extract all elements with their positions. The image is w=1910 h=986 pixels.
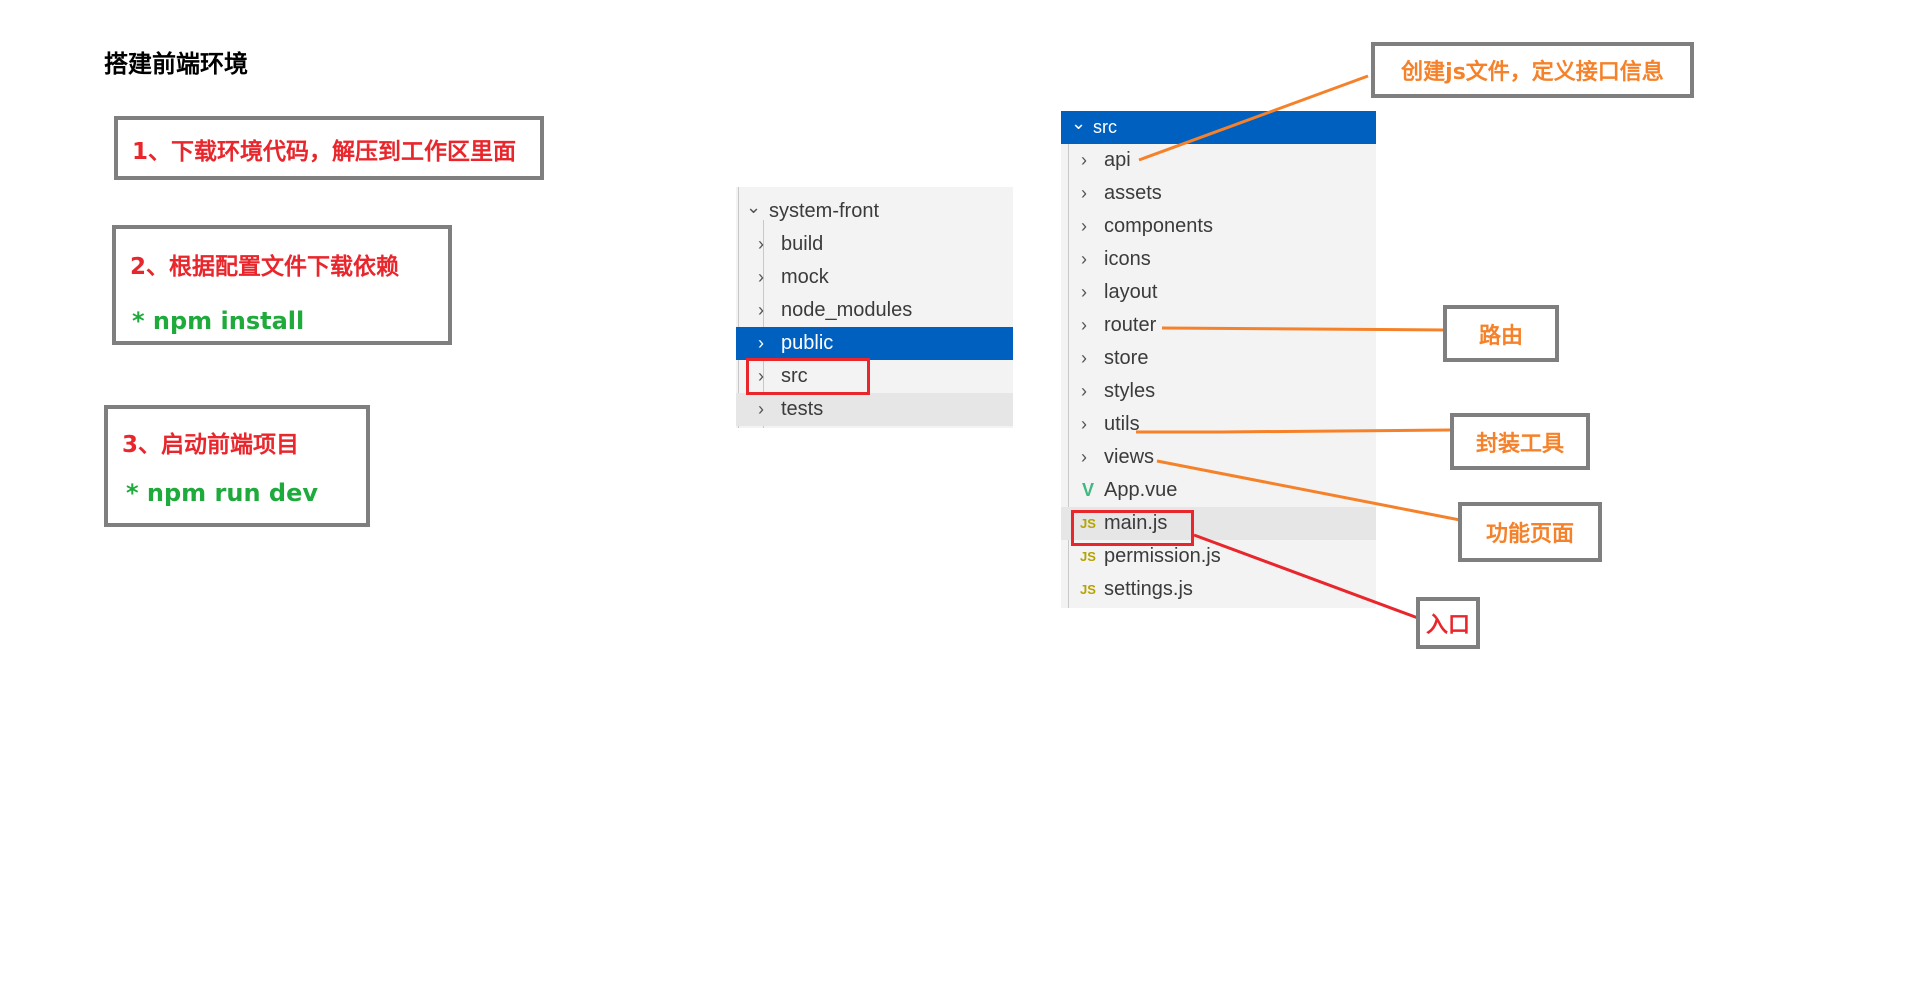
callout-utils: 封装工具	[1450, 413, 1590, 470]
connector-main	[1193, 533, 1419, 620]
callout-api: 创建js文件，定义接口信息	[1371, 42, 1694, 98]
connector-router	[1161, 326, 1448, 332]
connector-api	[1138, 74, 1369, 162]
callout-main: 入口	[1416, 597, 1480, 649]
annotation-connectors	[1136, 74, 1461, 620]
callout-views: 功能页面	[1458, 502, 1602, 562]
connector-utils	[1136, 428, 1451, 434]
callout-router: 路由	[1443, 305, 1559, 362]
connector-views	[1156, 459, 1461, 522]
